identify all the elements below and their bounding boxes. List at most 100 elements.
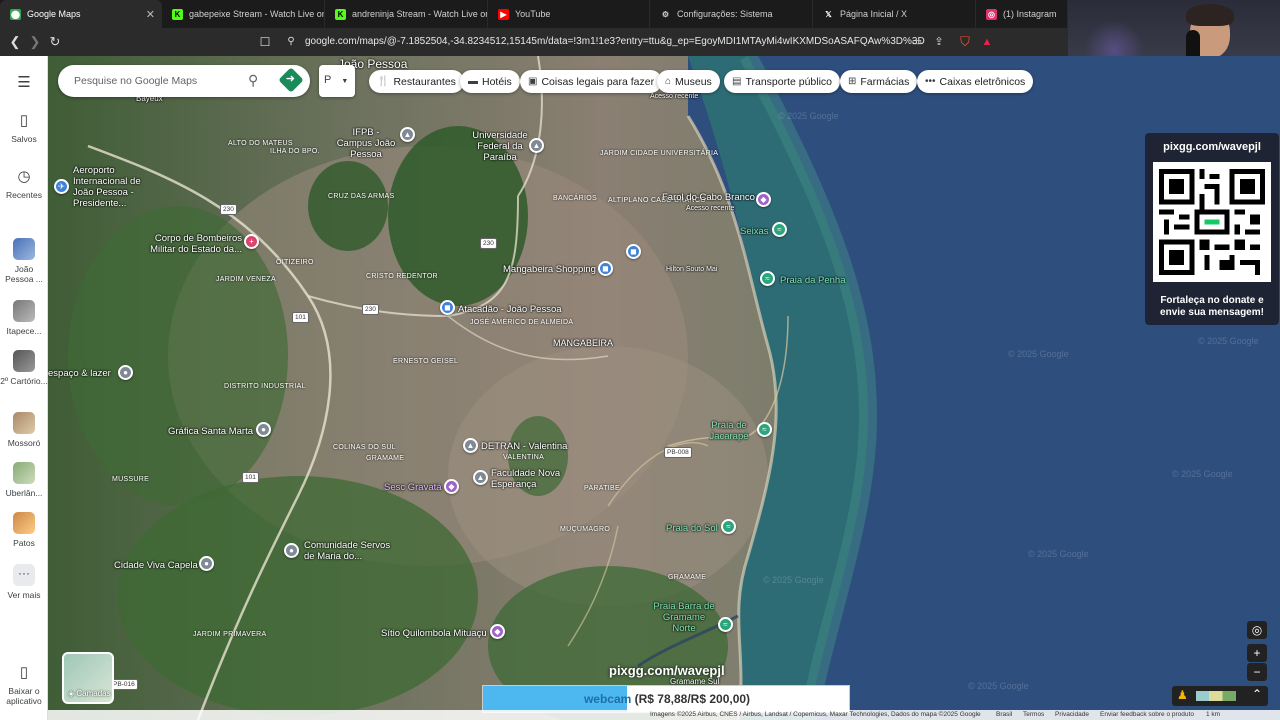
beach-pin[interactable]: ≈ [760, 271, 775, 286]
country-link[interactable]: Brasil [996, 711, 1012, 718]
place-label[interactable]: Faculdade Nova Esperança [491, 468, 571, 490]
my-location-button[interactable]: ◎ [1247, 621, 1267, 639]
sidebar-item-patos[interactable]: Patos [0, 512, 48, 548]
chip-transporte-publico[interactable]: ▤ Transporte público [724, 70, 841, 93]
fire-station-pin[interactable]: + [244, 234, 259, 249]
url-field[interactable]: google.com/maps/@-7.1852504,-34.8234512,… [305, 36, 925, 47]
chip-museus[interactable]: ⌂ Museus [657, 70, 720, 93]
place-label[interactable]: Hilton Souto Mai [666, 264, 717, 275]
zoom-out-button[interactable]: − [1247, 663, 1267, 681]
privacy-link[interactable]: Privacidade [1055, 711, 1089, 718]
tab-instagram[interactable]: ◎ (1) Instagram [976, 0, 1068, 28]
back-icon[interactable]: ❮ [6, 33, 24, 51]
close-tab-icon[interactable]: ✕ [146, 8, 155, 21]
chip-restaurantes[interactable]: 🍴 Restaurantes [369, 70, 464, 93]
reload-icon[interactable]: ↻ [46, 33, 64, 51]
brave-shield-icon[interactable]: ⛉ [956, 33, 974, 51]
sidebar-item-mossoro[interactable]: Mossoró [0, 412, 48, 448]
share-icon[interactable]: ⇪ [930, 33, 948, 51]
tab-youtube[interactable]: ▶ YouTube [488, 0, 650, 28]
directions-icon[interactable]: ➜ [278, 67, 304, 93]
place-label[interactable]: Cidade Viva Capela [114, 560, 198, 571]
zoom-in-button[interactable]: + [1247, 644, 1267, 662]
tab-settings[interactable]: ⚙ Configurações: Sistema [650, 0, 813, 28]
neighborhood-label: PARATIBE [584, 485, 620, 492]
place-pin[interactable]: ● [256, 422, 271, 437]
place-label[interactable]: DETRAN - Valentina [481, 441, 567, 452]
sidebar-item-salvos[interactable]: ▯ Salvos [0, 112, 48, 144]
landmark-pin[interactable]: ◆ [490, 624, 505, 639]
street-view-bar[interactable]: ♟ ⌃ [1172, 686, 1268, 706]
chip-coisas-legais[interactable]: ▣ Coisas legais para fazer [520, 70, 663, 93]
place-label[interactable]: Corpo de Bombeiros Militar do Estado da.… [138, 233, 242, 255]
place-label[interactable]: Praia da Penha [780, 275, 846, 286]
bookmark-icon[interactable]: ☐ [256, 33, 274, 51]
place-label[interactable]: Aeroporto Internacional de João Pessoa -… [73, 165, 163, 209]
church-pin[interactable]: ● [199, 556, 214, 571]
tab-google-maps[interactable]: ⬤ Google Maps ✕ [0, 0, 162, 28]
search-box[interactable]: Pesquise no Google Maps ⚲ ➜ [58, 65, 310, 97]
sidebar-item-cartorio[interactable]: 2º Cartório... [0, 350, 48, 386]
school-pin[interactable]: ▲ [473, 470, 488, 485]
hotel-pin[interactable]: ◼ [626, 244, 641, 259]
sidebar-item-recentes[interactable]: ◷ Recentes [0, 168, 48, 200]
airport-pin[interactable]: ✈ [54, 179, 69, 194]
place-label[interactable]: Gráfica Santa Marta [168, 426, 253, 437]
map-watermark: © 2025 Google [968, 681, 1029, 691]
place-label[interactable]: Praia de Jacarapé [706, 420, 752, 442]
church-pin[interactable]: ● [284, 543, 299, 558]
rewards-icon[interactable]: ▲ [978, 33, 996, 51]
tab-gabepeixe[interactable]: K gabepeixe Stream - Watch Live on K [162, 0, 325, 28]
store-pin[interactable]: ◼ [440, 300, 455, 315]
place-label[interactable]: Sítio Quilombola Mituaçu [381, 628, 487, 639]
place-label[interactable]: Mangabeira Shopping [503, 264, 596, 275]
landmark-pin[interactable]: ◆ [756, 192, 771, 207]
imagery-thumbnails[interactable] [1196, 691, 1236, 701]
scale-label[interactable]: 1 km [1206, 711, 1220, 718]
place-label[interactable]: Praia do Sol [666, 523, 718, 534]
search-icon[interactable]: ⚲ [248, 72, 258, 89]
chip-label: Caixas eletrônicos [939, 75, 1026, 88]
chip-farmacias[interactable]: ⊞ Farmácias [840, 70, 918, 93]
chip-caixas-eletronicos[interactable]: ••• Caixas eletrônicos [917, 70, 1034, 93]
search-input[interactable]: Pesquise no Google Maps [74, 75, 197, 87]
expand-icon[interactable]: ⌃ [1252, 687, 1262, 701]
place-label[interactable]: Sesc Gravatá [384, 482, 442, 493]
place-label[interactable]: Comunidade Servos de Maria do... [304, 540, 394, 562]
beach-pin[interactable]: ≈ [772, 222, 787, 237]
leisure-pin[interactable]: ◆ [444, 479, 459, 494]
sidebar-item-itapece[interactable]: Itapece... [0, 300, 48, 336]
place-label[interactable]: Atacadão - João Pessoa [458, 304, 562, 315]
tab-andreninja[interactable]: K andreninja Stream - Watch Live on K [325, 0, 488, 28]
pegman-icon[interactable]: ♟ [1177, 688, 1188, 702]
feedback-link[interactable]: Enviar feedback sobre o produto [1100, 711, 1194, 718]
tab-x[interactable]: 𝕏 Página Inicial / X [813, 0, 976, 28]
place-label[interactable]: Farol do Cabo Branco [662, 192, 755, 203]
sidebar-item-uberlandia[interactable]: Uberlân... [0, 462, 48, 498]
forward-icon[interactable]: ❯ [26, 33, 44, 51]
satellite-map[interactable]: © 2025 Google © 2025 Google © 2025 Googl… [48, 56, 1280, 720]
place-label[interactable]: Seixas [740, 226, 769, 237]
beach-pin[interactable]: ≈ [721, 519, 736, 534]
sidebar-item-joao-pessoa[interactable]: João Pessoa ... [0, 238, 48, 284]
sidebar-item-ver-mais[interactable]: ··· Ver mais [0, 564, 48, 600]
terms-link[interactable]: Termos [1023, 711, 1044, 718]
place-label[interactable]: espaço & lazer [48, 368, 111, 379]
beach-pin[interactable]: ≈ [718, 617, 733, 632]
shopping-pin[interactable]: ◼ [598, 261, 613, 276]
beach-pin[interactable]: ≈ [757, 422, 772, 437]
layers-button[interactable]: ◈ Camadas [62, 652, 114, 704]
chip-hoteis[interactable]: ▬ Hotéis [460, 70, 520, 93]
school-pin[interactable]: ▲ [400, 127, 415, 142]
site-info-icon[interactable]: ⚲ [282, 33, 300, 51]
government-pin[interactable]: ▲ [463, 438, 478, 453]
place-pin[interactable]: ● [118, 365, 133, 380]
chevron-down-icon: ▼ [341, 78, 349, 85]
place-label[interactable]: Universidade Federal da Paraíba [466, 130, 534, 163]
place-label[interactable]: IFPB - Campus João Pessoa [334, 127, 398, 160]
cast-icon[interactable]: ▭ [908, 33, 926, 51]
place-label[interactable]: Praia Barra de Gramame Norte [652, 601, 716, 634]
menu-button[interactable]: ☰ [0, 74, 48, 96]
sidebar-item-baixar-app[interactable]: ▯ Baixar o aplicativo [0, 664, 48, 706]
account-dropdown[interactable]: P ▼ [319, 65, 355, 97]
